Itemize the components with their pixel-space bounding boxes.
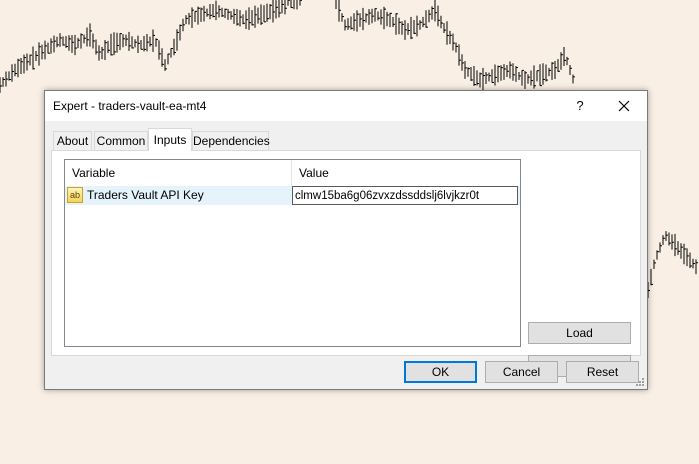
reset-button[interactable]: Reset (566, 361, 639, 383)
column-header-value[interactable]: Value (292, 160, 518, 186)
string-type-icon: ab (67, 187, 83, 203)
resize-grip-icon[interactable] (635, 377, 645, 387)
load-button[interactable]: Load (528, 322, 631, 344)
value-input[interactable] (292, 186, 518, 205)
cancel-button[interactable]: Cancel (485, 361, 558, 383)
tab-common[interactable]: Common (94, 131, 148, 150)
ok-button[interactable]: OK (404, 361, 477, 383)
dialog-title: Expert - traders-vault-ea-mt4 (53, 99, 207, 113)
tab-dependencies[interactable]: Dependencies (192, 131, 270, 150)
expert-properties-dialog: Expert - traders-vault-ea-mt4 ? About Co… (44, 90, 648, 390)
inputs-table: Variable Value ab Traders Vault API Key (64, 159, 521, 347)
tab-inputs[interactable]: Inputs (148, 128, 192, 151)
close-icon (618, 100, 630, 112)
close-button[interactable] (611, 95, 637, 117)
inputs-tab-panel: Variable Value ab Traders Vault API Key … (51, 150, 641, 377)
variable-name: Traders Vault API Key (87, 188, 204, 202)
tab-about[interactable]: About (53, 131, 92, 150)
help-button[interactable]: ? (569, 95, 591, 117)
table-row[interactable]: ab Traders Vault API Key (65, 186, 520, 205)
dialog-titlebar[interactable]: Expert - traders-vault-ea-mt4 ? (45, 91, 647, 121)
column-header-variable[interactable]: Variable (65, 160, 291, 186)
